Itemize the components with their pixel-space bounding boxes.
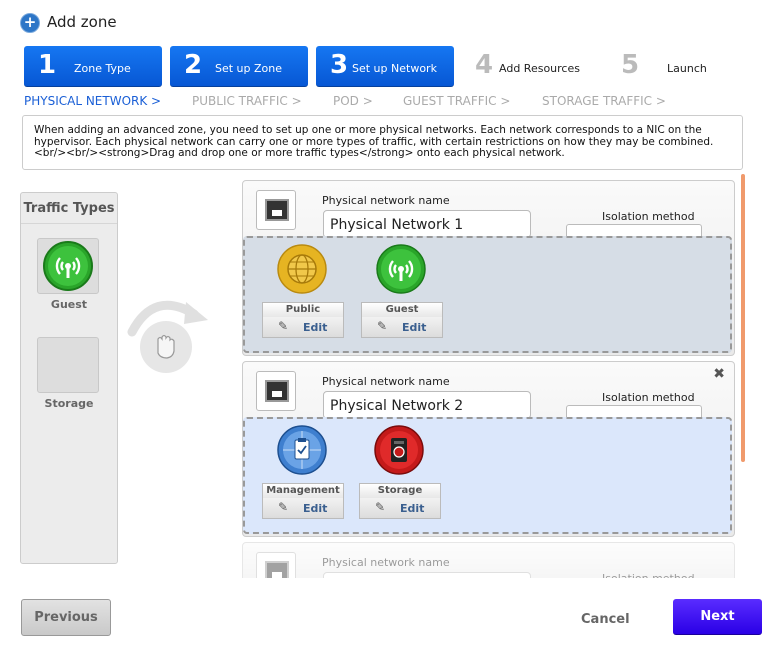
- traffic-name: Public: [262, 302, 344, 318]
- guest-traffic-label: Guest: [50, 298, 88, 311]
- edit-label: Edit: [400, 502, 425, 515]
- traffic-drop-zone[interactable]: Public ✎ Edit Guest ✎ Edit: [243, 236, 732, 353]
- previous-button[interactable]: Previous: [21, 599, 111, 636]
- physical-network-name-label: Physical network name: [322, 194, 450, 207]
- edit-label: Edit: [303, 502, 328, 515]
- scroll-fade: [242, 578, 737, 596]
- edit-button[interactable]: ✎ Edit: [361, 317, 443, 338]
- traffic-types-panel: Traffic Types Guest Storage: [20, 192, 118, 564]
- storage-device-icon: [374, 425, 424, 475]
- step-label: Add Resources: [499, 62, 580, 75]
- public-globe-icon: [277, 244, 327, 294]
- isolation-method-label: Isolation method: [602, 210, 695, 223]
- edit-pencil-icon: ✎: [278, 319, 289, 333]
- edit-button[interactable]: ✎ Edit: [359, 498, 441, 519]
- next-button[interactable]: Next: [673, 599, 762, 635]
- drag-hand-icon: [140, 321, 192, 373]
- close-icon[interactable]: ✖: [713, 366, 725, 382]
- nic-icon: [256, 190, 296, 230]
- description-text: When adding an advanced zone, you need t…: [22, 115, 743, 170]
- physical-network-panel: Physical network name Physical Network 2…: [242, 361, 735, 537]
- traffic-types-title: Traffic Types: [23, 201, 115, 216]
- step-number: 1: [38, 50, 57, 80]
- storage-traffic-label: Storage: [44, 397, 94, 410]
- physical-network-panel: Physical network name Physical Network 1…: [242, 180, 735, 356]
- step-set-up-network[interactable]: 3 Set up Network: [316, 46, 454, 87]
- edit-pencil-icon: ✎: [278, 500, 289, 514]
- tab-guest-traffic[interactable]: GUEST TRAFFIC >: [403, 94, 510, 108]
- step-label: Set up Zone: [215, 62, 283, 75]
- guest-traffic-icon: [43, 241, 93, 291]
- plus-circle-icon: +: [20, 13, 40, 33]
- traffic-name: Storage: [359, 483, 441, 499]
- edit-pencil-icon: ✎: [375, 500, 386, 514]
- dialog-title: Add zone: [47, 13, 117, 31]
- tab-storage-traffic[interactable]: STORAGE TRAFFIC >: [542, 94, 666, 108]
- step-number: 3: [330, 50, 349, 80]
- traffic-name: Management: [262, 483, 344, 499]
- physical-network-name-label: Physical network name: [322, 556, 450, 569]
- guest-traffic-draggable[interactable]: [37, 238, 99, 294]
- tab-pod[interactable]: POD >: [333, 94, 373, 108]
- tab-physical-network[interactable]: PHYSICAL NETWORK >: [24, 94, 161, 108]
- cancel-button[interactable]: Cancel: [581, 612, 630, 627]
- divider: [21, 223, 117, 224]
- isolation-method-label: Isolation method: [602, 391, 695, 404]
- physical-network-name-input[interactable]: Physical Network 1: [323, 210, 531, 238]
- guest-wifi-icon: [376, 244, 426, 294]
- traffic-drop-zone[interactable]: Management ✎ Edit Storage ✎ Edit: [243, 417, 732, 534]
- step-launch: 5 Launch: [608, 46, 746, 86]
- step-number: 5: [621, 50, 640, 80]
- step-add-resources: 4 Add Resources: [462, 46, 600, 86]
- edit-label: Edit: [303, 321, 328, 334]
- step-number: 2: [184, 50, 203, 80]
- step-set-up-zone[interactable]: 2 Set up Zone: [170, 46, 308, 87]
- step-zone-type[interactable]: 1 Zone Type: [24, 46, 162, 87]
- step-number: 4: [475, 50, 494, 80]
- physical-network-name-label: Physical network name: [322, 375, 450, 388]
- edit-pencil-icon: ✎: [377, 319, 388, 333]
- edit-button[interactable]: ✎ Edit: [262, 498, 344, 519]
- step-label: Zone Type: [74, 62, 131, 75]
- edit-button[interactable]: ✎ Edit: [262, 317, 344, 338]
- traffic-name: Guest: [361, 302, 443, 318]
- nic-icon: [256, 371, 296, 411]
- management-clipboard-icon: [277, 425, 327, 475]
- tab-public-traffic[interactable]: PUBLIC TRAFFIC >: [192, 94, 302, 108]
- step-label: Launch: [667, 62, 707, 75]
- storage-traffic-draggable[interactable]: [37, 337, 99, 393]
- step-label: Set up Network: [352, 62, 437, 75]
- scrollbar[interactable]: [741, 174, 745, 462]
- edit-label: Edit: [402, 321, 427, 334]
- physical-network-name-input[interactable]: Physical Network 2: [323, 391, 531, 419]
